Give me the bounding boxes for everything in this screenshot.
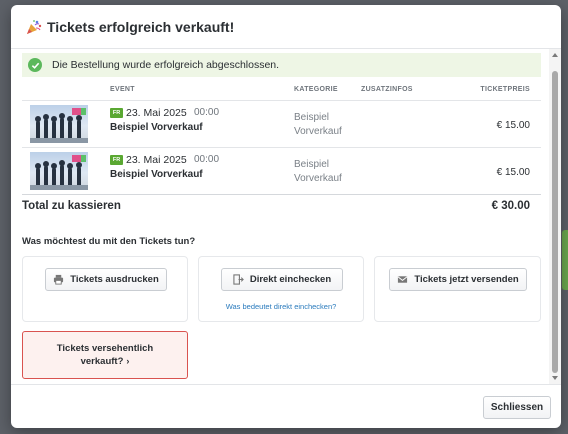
event-category: Beispiel Vorverkauf [294, 158, 342, 185]
print-tickets-button[interactable]: Tickets ausdrucken [45, 268, 167, 291]
modal-body: Die Bestellung wurde erfolgreich abgesch… [11, 49, 549, 384]
total-value: € 30.00 [491, 200, 530, 212]
print-tickets-label: Tickets ausdrucken [70, 274, 159, 285]
direct-checkin-button[interactable]: Direkt einchecken [221, 268, 343, 291]
sold-by-mistake-line: Tickets versehentlich [56, 343, 154, 354]
checkin-help-link[interactable]: Was bedeutet direkt einchecken? [199, 302, 363, 311]
event-name: Beispiel Vorverkauf [110, 122, 203, 133]
header-extra-info: ZUSATZINFOS [361, 86, 413, 93]
party-popper-icon [27, 19, 42, 34]
event-name: Beispiel Vorverkauf [110, 169, 203, 180]
category-line: Beispiel [294, 112, 330, 123]
category-line: Vorverkauf [294, 125, 342, 137]
weekday-badge: FR [110, 155, 123, 165]
ticket-row: FR 23. Mai 2025 00:00 Beispiel Vorverkau… [22, 148, 541, 194]
modal-footer: Schliessen [11, 384, 561, 428]
divider [22, 194, 541, 195]
door-enter-icon [233, 274, 244, 285]
close-button[interactable]: Schliessen [483, 396, 551, 419]
event-time: 00:00 [194, 107, 220, 118]
scroll-down-arrow-icon[interactable] [552, 376, 558, 380]
modal-header: Tickets erfolgreich verkauft! [11, 5, 561, 49]
ticket-price: € 15.00 [496, 120, 530, 131]
success-message: Die Bestellung wurde erfolgreich abgesch… [52, 59, 280, 71]
send-card: Tickets jetzt versenden [374, 256, 541, 322]
checkin-card: Direkt einchecken Was bedeutet direkt ei… [198, 256, 364, 322]
event-date: 23. Mai 2025 [126, 107, 187, 119]
actions-question: Was möchtest du mit den Tickets tun? [22, 236, 196, 247]
success-banner: Die Bestellung wurde erfolgreich abgesch… [22, 53, 541, 77]
direct-checkin-label: Direkt einchecken [249, 274, 332, 285]
header-price: TICKETPREIS [480, 86, 530, 93]
modal-title: Tickets erfolgreich verkauft! [47, 18, 235, 35]
scrollbar-thumb[interactable] [552, 71, 558, 373]
sale-success-modal: Tickets erfolgreich verkauft! Die Bestel… [11, 5, 561, 428]
modal-scrollbar[interactable] [549, 49, 561, 384]
ticket-row: FR 23. Mai 2025 00:00 Beispiel Vorverkau… [22, 101, 541, 147]
header-category: KATEGORIE [294, 86, 338, 93]
category-line: Beispiel [294, 159, 330, 170]
sold-by-mistake-button[interactable]: Tickets versehentlich verkauft? › [22, 331, 188, 379]
ticket-price: € 15.00 [496, 167, 530, 178]
sold-by-mistake-text: Tickets versehentlich verkauft? › [57, 342, 153, 368]
envelope-icon [397, 274, 408, 285]
event-thumbnail [30, 105, 88, 143]
scroll-up-arrow-icon[interactable] [552, 53, 558, 57]
category-line: Vorverkauf [294, 172, 342, 184]
total-label: Total zu kassieren [22, 200, 121, 212]
event-category: Beispiel Vorverkauf [294, 111, 342, 138]
print-card: Tickets ausdrucken [22, 256, 188, 322]
background-accent [562, 230, 568, 290]
header-event: EVENT [110, 86, 135, 93]
chevron-right-icon: › [126, 356, 130, 366]
send-tickets-button[interactable]: Tickets jetzt versenden [389, 268, 527, 291]
event-date: 23. Mai 2025 [126, 154, 187, 166]
sold-by-mistake-line: verkauft? [80, 356, 124, 367]
event-thumbnail [30, 152, 88, 190]
weekday-badge: FR [110, 108, 123, 118]
printer-icon [53, 274, 64, 285]
send-tickets-label: Tickets jetzt versenden [414, 274, 519, 285]
event-time: 00:00 [194, 154, 220, 165]
check-circle-icon [28, 58, 42, 72]
